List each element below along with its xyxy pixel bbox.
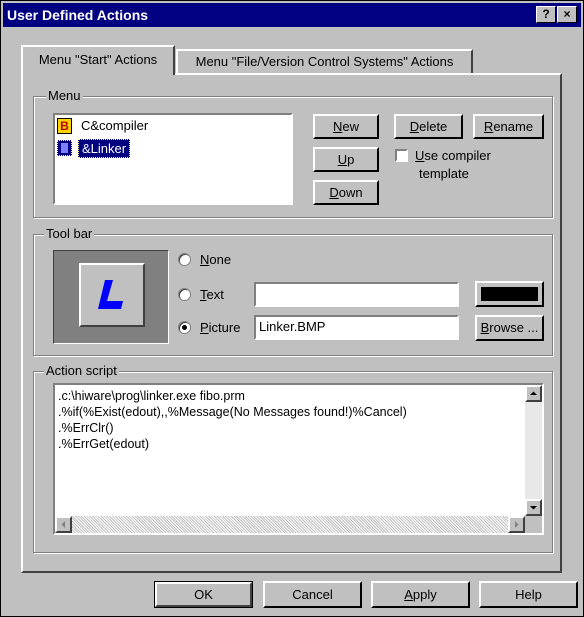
- up-button-mnemonic: U: [337, 152, 348, 167]
- icon-preview-button[interactable]: [79, 263, 145, 327]
- tab-label: Menu "Start" Actions: [38, 52, 158, 67]
- b-icon: B: [57, 118, 72, 134]
- new-button[interactable]: New: [313, 114, 379, 139]
- down-button[interactable]: Down: [313, 180, 379, 205]
- rename-button-label: ename: [493, 119, 534, 134]
- use-template-mnemonic: U: [415, 148, 425, 163]
- delete-button-mnemonic: D: [409, 119, 420, 134]
- cancel-button[interactable]: Cancel: [263, 581, 362, 608]
- use-template-line1: se compiler: [424, 148, 491, 163]
- menu-listbox[interactable]: B C&compiler &Linker: [53, 113, 293, 205]
- script-line: .%if(%Exist(edout),,%Message(No Messages…: [58, 405, 407, 419]
- linker-l-icon: [98, 280, 123, 309]
- toolbar-group-label: Tool bar: [44, 226, 95, 241]
- ok-button[interactable]: OK: [154, 581, 253, 608]
- linker-icon: [57, 140, 72, 156]
- up-button[interactable]: Up: [313, 147, 379, 172]
- use-template-line2: template: [419, 166, 469, 181]
- text-radio-label[interactable]: Text: [200, 287, 224, 302]
- browse-label: rowse ...: [489, 320, 539, 335]
- script-text: .c:\hiware\prog\linker.exe fibo.prm .%if…: [58, 388, 407, 452]
- picture-radio-label[interactable]: Picture: [200, 320, 240, 335]
- delete-button-label: elete: [419, 119, 448, 134]
- help-question-icon[interactable]: ?: [536, 6, 556, 23]
- help-label: Help: [515, 587, 542, 602]
- vertical-scrollbar[interactable]: [525, 385, 542, 516]
- script-line: .%ErrGet(edout): [58, 437, 150, 451]
- scroll-down-icon[interactable]: [525, 499, 542, 516]
- text-radio[interactable]: [178, 288, 191, 301]
- rename-button[interactable]: Rename: [473, 114, 544, 139]
- color-button[interactable]: [475, 281, 544, 307]
- down-button-mnemonic: D: [329, 185, 339, 200]
- user-defined-actions-dialog: User Defined Actions ? × Menu "Start" Ac…: [0, 0, 584, 617]
- action-script-group-label: Action script: [44, 363, 119, 378]
- help-button[interactable]: Help: [479, 581, 578, 608]
- text-input[interactable]: [254, 282, 459, 307]
- action-script-editor[interactable]: .c:\hiware\prog\linker.exe fibo.prm .%if…: [53, 383, 544, 535]
- none-radio-label[interactable]: None: [200, 252, 231, 267]
- list-item[interactable]: B C&compiler: [57, 117, 277, 135]
- ok-label: OK: [194, 587, 213, 602]
- script-line: .c:\hiware\prog\linker.exe fibo.prm: [58, 389, 245, 403]
- apply-label: pply: [412, 587, 437, 602]
- menu-group-label: Menu: [46, 88, 83, 103]
- none-radio[interactable]: [178, 253, 191, 266]
- browse-button[interactable]: Browse ...: [475, 315, 544, 341]
- script-line: .%ErrClr(): [58, 421, 114, 435]
- horizontal-scrollbar[interactable]: [55, 516, 525, 533]
- new-button-label: ew: [342, 119, 359, 134]
- close-icon[interactable]: ×: [557, 6, 577, 23]
- tab-menu-file-vcs-actions[interactable]: Menu "File/Version Control Systems" Acti…: [176, 49, 473, 73]
- window-title: User Defined Actions: [7, 7, 149, 23]
- apply-button[interactable]: Apply: [371, 581, 470, 608]
- cancel-label: Cancel: [292, 587, 333, 602]
- color-swatch: [481, 287, 538, 301]
- list-item-label: C&compiler: [81, 118, 149, 133]
- down-button-label: own: [338, 185, 363, 200]
- delete-button[interactable]: Delete: [394, 114, 463, 139]
- icon-preview-area: [53, 250, 169, 344]
- new-button-mnemonic: N: [332, 119, 343, 134]
- picture-input[interactable]: Linker.BMP: [254, 315, 459, 340]
- apply-mnemonic: A: [404, 587, 413, 602]
- title-bar: User Defined Actions ? ×: [3, 3, 581, 27]
- scroll-up-icon[interactable]: [525, 385, 542, 402]
- scrollbar-corner: [525, 516, 542, 533]
- picture-radio[interactable]: [178, 321, 191, 334]
- list-item[interactable]: &Linker: [57, 139, 277, 158]
- scroll-right-icon[interactable]: [508, 516, 525, 533]
- scroll-left-icon[interactable]: [55, 516, 72, 533]
- browse-mnemonic: B: [480, 320, 490, 335]
- list-item-label: &Linker: [78, 139, 131, 158]
- use-compiler-template-label[interactable]: Use compiler template: [415, 147, 525, 183]
- tab-label: Menu "File/Version Control Systems" Acti…: [195, 54, 454, 69]
- rename-button-mnemonic: R: [483, 119, 494, 134]
- use-compiler-template-checkbox[interactable]: [395, 149, 408, 162]
- tab-menu-start-actions[interactable]: Menu "Start" Actions: [21, 45, 175, 75]
- up-button-label: p: [347, 152, 355, 167]
